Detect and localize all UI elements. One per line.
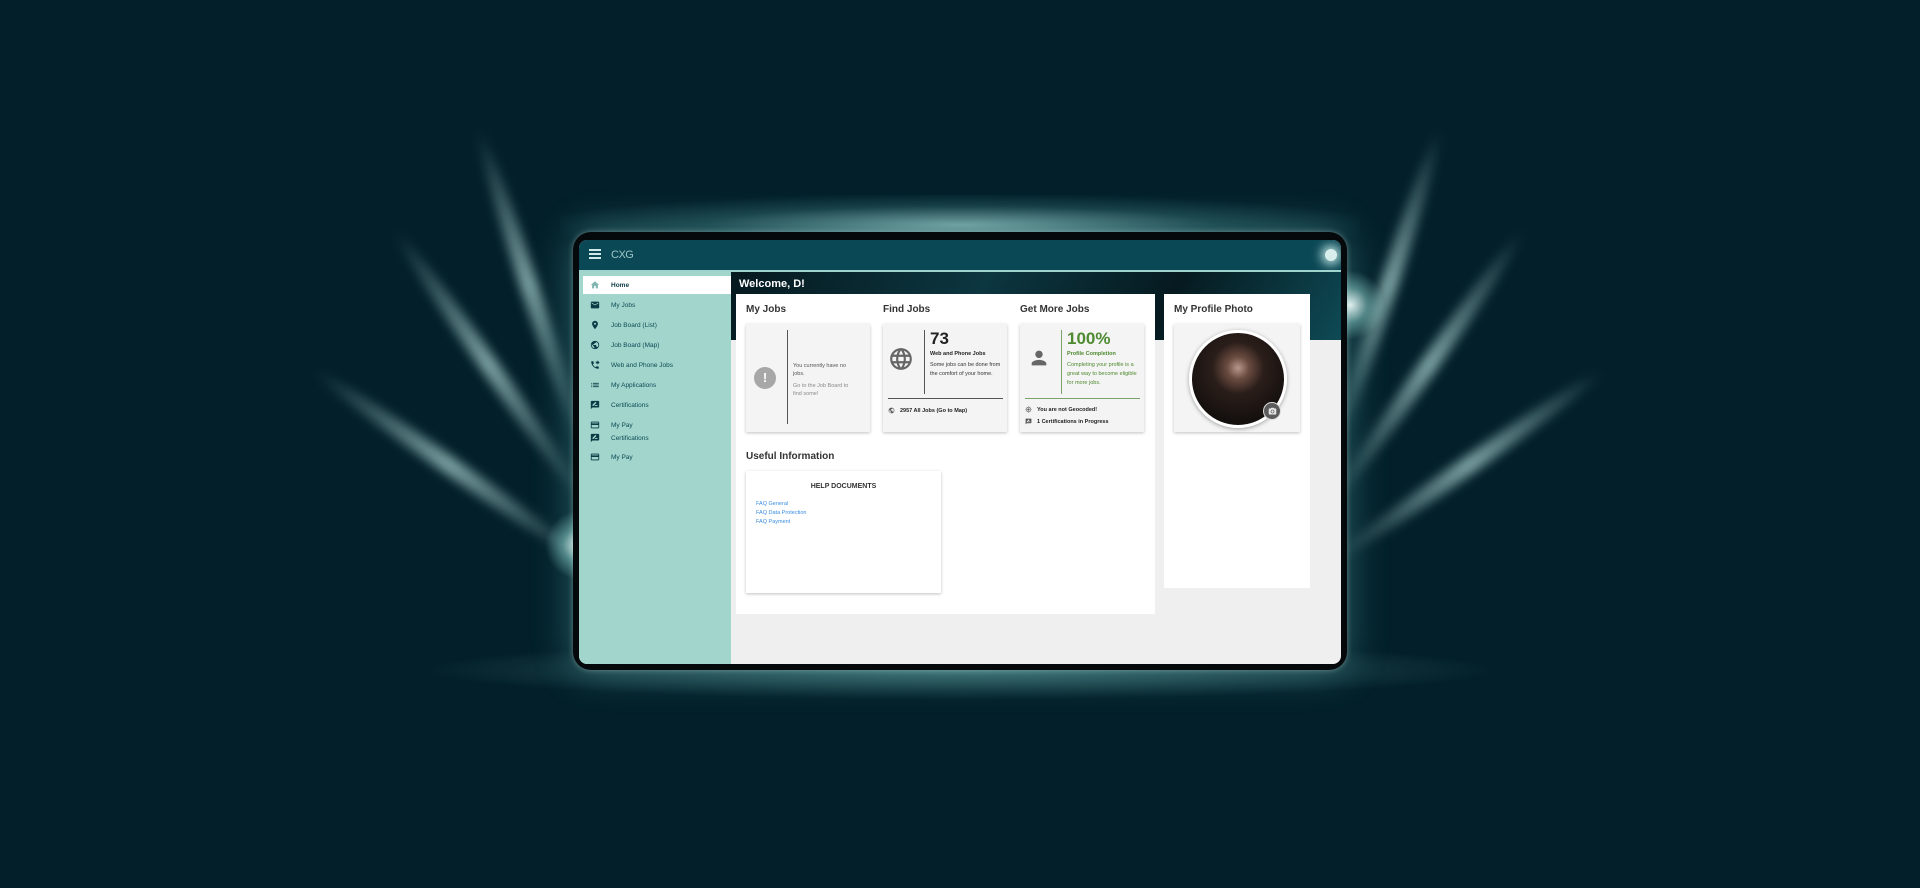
change-photo-button[interactable] (1263, 402, 1281, 420)
profile-photo-card (1174, 324, 1300, 432)
top-app-bar: CXG (579, 240, 1341, 272)
location-pin-icon (589, 319, 601, 331)
get-more-jobs-card[interactable]: 100% Profile Completion Completing your … (1020, 324, 1144, 432)
sidebar-item-job-board-list[interactable]: Job Board (List) (583, 316, 731, 334)
no-jobs-text: You currently have no jobs. (793, 363, 846, 377)
sidebar-item-label: My Pay (611, 453, 633, 461)
help-documents-card: HELP DOCUMENTS FAQ General FAQ Data Prot… (746, 471, 941, 593)
sidebar-item-web-phone-jobs[interactable]: Web and Phone Jobs (583, 356, 731, 374)
camera-icon (1268, 407, 1276, 414)
my-jobs-card[interactable]: ! You currently have no jobs. Go to the … (746, 324, 870, 432)
my-jobs-title: My Jobs (746, 304, 787, 315)
find-jobs-card[interactable]: 73 Web and Phone Jobs Some jobs can be d… (883, 324, 1007, 432)
all-jobs-map-link[interactable]: 2957 All Jobs (Go to Map) (888, 407, 967, 414)
profile-photo-panel: My Profile Photo (1164, 294, 1310, 588)
profile-photo-title: My Profile Photo (1174, 304, 1253, 315)
sidebar-item-home[interactable]: Home (583, 276, 731, 294)
divider (1025, 398, 1140, 399)
globe-icon (890, 348, 912, 370)
job-board-hint: Go to the Job Board to find some! (793, 383, 849, 397)
divider (924, 330, 925, 394)
alert-icon: ! (754, 367, 776, 389)
tablet-frame: CXG Home My Jobs Job Board (List) Job Bo… (573, 232, 1347, 670)
welcome-heading: Welcome, D! (739, 278, 805, 290)
find-jobs-title: Find Jobs (883, 304, 931, 315)
certifications-status-label: 1 Certifications in Progress (1037, 418, 1109, 425)
all-jobs-link-label: 2957 All Jobs (Go to Map) (900, 407, 968, 414)
sidebar-item-my-applications[interactable]: My Applications (583, 376, 731, 394)
divider (888, 398, 1003, 399)
profile-completion-percent: 100% (1067, 329, 1111, 348)
light-ray (469, 125, 589, 445)
profile-completion-description: Completing your profile is a great way t… (1067, 362, 1137, 386)
sidebar-item-label: My Pay (611, 421, 633, 429)
certificate-icon (589, 432, 601, 444)
credit-card-icon (589, 419, 601, 431)
web-phone-jobs-count: 73 (930, 329, 949, 348)
web-phone-jobs-label: Web and Phone Jobs (930, 351, 986, 357)
profile-completion-label: Profile Completion (1067, 351, 1116, 357)
useful-information-title: Useful Information (746, 451, 835, 462)
light-ray (1328, 362, 1610, 568)
sidebar-item-label: Certifications (611, 401, 649, 409)
sidebar-item-my-pay[interactable]: My Pay (583, 448, 731, 466)
home-icon (589, 279, 601, 291)
sidebar: Home My Jobs Job Board (List) Job Board … (579, 272, 731, 664)
phone-forward-icon (589, 359, 601, 371)
person-icon (1031, 350, 1047, 366)
divider (1061, 330, 1062, 394)
sidebar-item-label: My Applications (611, 381, 657, 389)
sidebar-item-label: Home (611, 281, 630, 289)
geocode-status[interactable]: You are not Geocoded! (1025, 406, 1097, 413)
gps-icon (1025, 406, 1032, 413)
faq-data-protection-link[interactable]: FAQ Data Protection (756, 510, 806, 516)
certifications-status[interactable]: 1 Certifications in Progress (1025, 418, 1109, 425)
globe-icon (888, 407, 895, 414)
app-screen: CXG Home My Jobs Job Board (List) Job Bo… (579, 240, 1341, 664)
credit-card-icon (589, 451, 601, 463)
divider (787, 330, 788, 424)
hamburger-menu-icon[interactable] (589, 249, 601, 259)
sidebar-item-label: Web and Phone Jobs (611, 361, 674, 369)
sidebar-item-label: My Jobs (611, 301, 636, 309)
sidebar-item-label: Job Board (List) (611, 321, 657, 329)
dashboard-panel: My Jobs ! You currently have no jobs. Go… (736, 294, 1155, 614)
sidebar-item-label: Job Board (Map) (611, 341, 660, 349)
sidebar-item-my-jobs[interactable]: My Jobs (583, 296, 731, 314)
sidebar-item-certifications[interactable]: Certifications (583, 431, 731, 445)
list-icon (589, 379, 601, 391)
web-phone-jobs-description: Some jobs can be done from the comfort o… (930, 362, 1001, 377)
get-more-jobs-title: Get More Jobs (1020, 304, 1090, 315)
certificate-icon (589, 399, 601, 411)
geocode-status-label: You are not Geocoded! (1037, 406, 1098, 413)
sidebar-item-label: Certifications (611, 434, 649, 442)
user-avatar[interactable] (1325, 249, 1337, 261)
brand-logo: CXG (611, 249, 634, 261)
faq-payment-link[interactable]: FAQ Payment (756, 519, 790, 525)
help-documents-heading: HELP DOCUMENTS (810, 483, 877, 490)
certificate-icon (1025, 418, 1032, 425)
mail-icon (589, 299, 601, 311)
sidebar-item-certifications[interactable]: Certifications (583, 396, 731, 414)
sidebar-item-job-board-map[interactable]: Job Board (Map) (583, 336, 731, 354)
globe-icon (589, 339, 601, 351)
faq-general-link[interactable]: FAQ General (756, 501, 788, 507)
